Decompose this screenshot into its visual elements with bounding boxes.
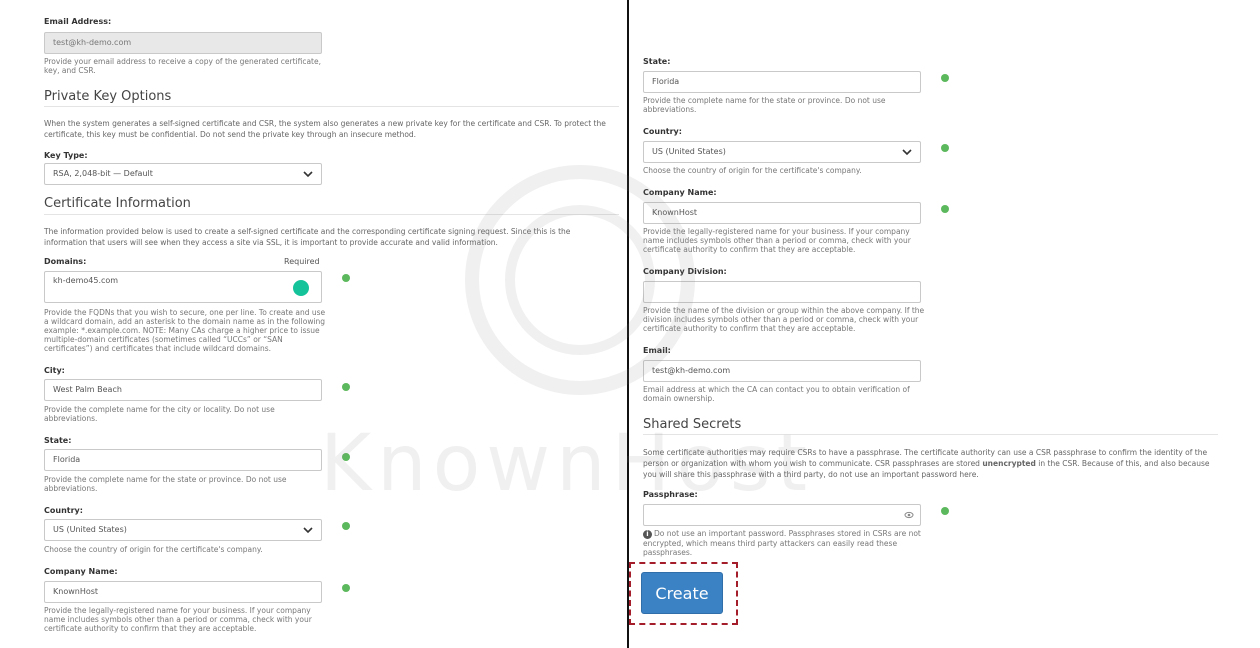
private-key-options-title: Private Key Options bbox=[44, 89, 172, 104]
domains-label: Domains: bbox=[44, 257, 87, 266]
country-value: US (United States) bbox=[652, 147, 726, 156]
passphrase-input[interactable] bbox=[643, 504, 921, 526]
private-key-intro: When the system generates a self-signed … bbox=[44, 119, 606, 139]
certificate-information-title: Certificate Information bbox=[44, 196, 191, 211]
company-name-help: Provide the legally-registered name for … bbox=[643, 227, 911, 254]
valid-check-icon bbox=[342, 584, 350, 592]
valid-check-icon bbox=[941, 205, 949, 213]
company-name-input[interactable]: KnownHost bbox=[643, 202, 921, 224]
email-help: Email address at which the CA can contac… bbox=[643, 385, 910, 403]
company-name-help: Provide the legally-registered name for … bbox=[44, 606, 312, 633]
valid-check-icon bbox=[342, 383, 350, 391]
valid-check-icon bbox=[941, 74, 949, 82]
left-form-panel: Email Address: test@kh-demo.com Provide … bbox=[0, 0, 627, 648]
city-label: City: bbox=[44, 366, 65, 375]
email-address-label: Email Address: bbox=[44, 17, 112, 26]
chevron-down-icon bbox=[303, 527, 313, 534]
country-label: Country: bbox=[44, 506, 83, 515]
company-division-help: Provide the name of the division or grou… bbox=[643, 306, 925, 333]
state-label: State: bbox=[643, 57, 671, 66]
country-select[interactable]: US (United States) bbox=[643, 141, 921, 163]
key-type-label: Key Type: bbox=[44, 151, 88, 160]
company-division-label: Company Division: bbox=[643, 267, 727, 276]
state-help: Provide the complete name for the state … bbox=[44, 475, 287, 493]
email-address-help: Provide your email address to receive a … bbox=[44, 57, 321, 75]
state-input[interactable]: Florida bbox=[44, 449, 322, 471]
passphrase-help-text: Do not use an important password. Passph… bbox=[643, 529, 921, 557]
state-label: State: bbox=[44, 436, 72, 445]
company-name-label: Company Name: bbox=[643, 188, 717, 197]
required-label: Required bbox=[284, 257, 320, 266]
key-type-value: RSA, 2,048-bit — Default bbox=[53, 169, 153, 178]
grammarly-icon[interactable] bbox=[293, 280, 309, 296]
city-help: Provide the complete name for the city o… bbox=[44, 405, 275, 423]
create-button[interactable]: Create bbox=[641, 572, 723, 614]
email-label: Email: bbox=[643, 346, 671, 355]
passphrase-help: i Do not use an important password. Passp… bbox=[643, 529, 927, 557]
company-division-input[interactable] bbox=[643, 281, 921, 303]
domains-textarea[interactable]: kh-demo45.com bbox=[44, 271, 322, 303]
country-label: Country: bbox=[643, 127, 682, 136]
country-help: Choose the country of origin for the cer… bbox=[44, 545, 263, 554]
email-input[interactable]: test@kh-demo.com bbox=[643, 360, 921, 382]
chevron-down-icon bbox=[902, 149, 912, 156]
shared-secrets-title: Shared Secrets bbox=[643, 417, 742, 432]
company-name-label: Company Name: bbox=[44, 567, 118, 576]
valid-check-icon bbox=[342, 522, 350, 530]
company-name-input[interactable]: KnownHost bbox=[44, 581, 322, 603]
certificate-information-intro: The information provided below is used t… bbox=[44, 227, 571, 247]
shared-secrets-intro-bold: unencrypted bbox=[982, 459, 1036, 468]
country-value: US (United States) bbox=[53, 525, 127, 534]
shared-secrets-intro: Some certificate authorities may require… bbox=[643, 447, 1223, 480]
valid-check-icon bbox=[342, 274, 350, 282]
country-help: Choose the country of origin for the cer… bbox=[643, 166, 862, 175]
domains-value: kh-demo45.com bbox=[53, 276, 119, 285]
domains-help: Provide the FQDNs that you wish to secur… bbox=[44, 308, 326, 353]
email-address-input[interactable]: test@kh-demo.com bbox=[44, 32, 322, 54]
key-type-select[interactable]: RSA, 2,048-bit — Default bbox=[44, 163, 322, 185]
right-form-panel: State: Florida Provide the complete name… bbox=[629, 0, 1260, 648]
valid-check-icon bbox=[941, 507, 949, 515]
valid-check-icon bbox=[342, 453, 350, 461]
valid-check-icon bbox=[941, 144, 949, 152]
state-input[interactable]: Florida bbox=[643, 71, 921, 93]
section-divider bbox=[44, 106, 619, 107]
passphrase-label: Passphrase: bbox=[643, 490, 698, 499]
chevron-down-icon bbox=[303, 171, 313, 178]
city-input[interactable]: West Palm Beach bbox=[44, 379, 322, 401]
section-divider bbox=[643, 434, 1218, 435]
country-select[interactable]: US (United States) bbox=[44, 519, 322, 541]
info-icon: i bbox=[643, 529, 652, 539]
state-help: Provide the complete name for the state … bbox=[643, 96, 886, 114]
section-divider bbox=[44, 214, 619, 215]
show-password-icon[interactable] bbox=[904, 510, 914, 520]
